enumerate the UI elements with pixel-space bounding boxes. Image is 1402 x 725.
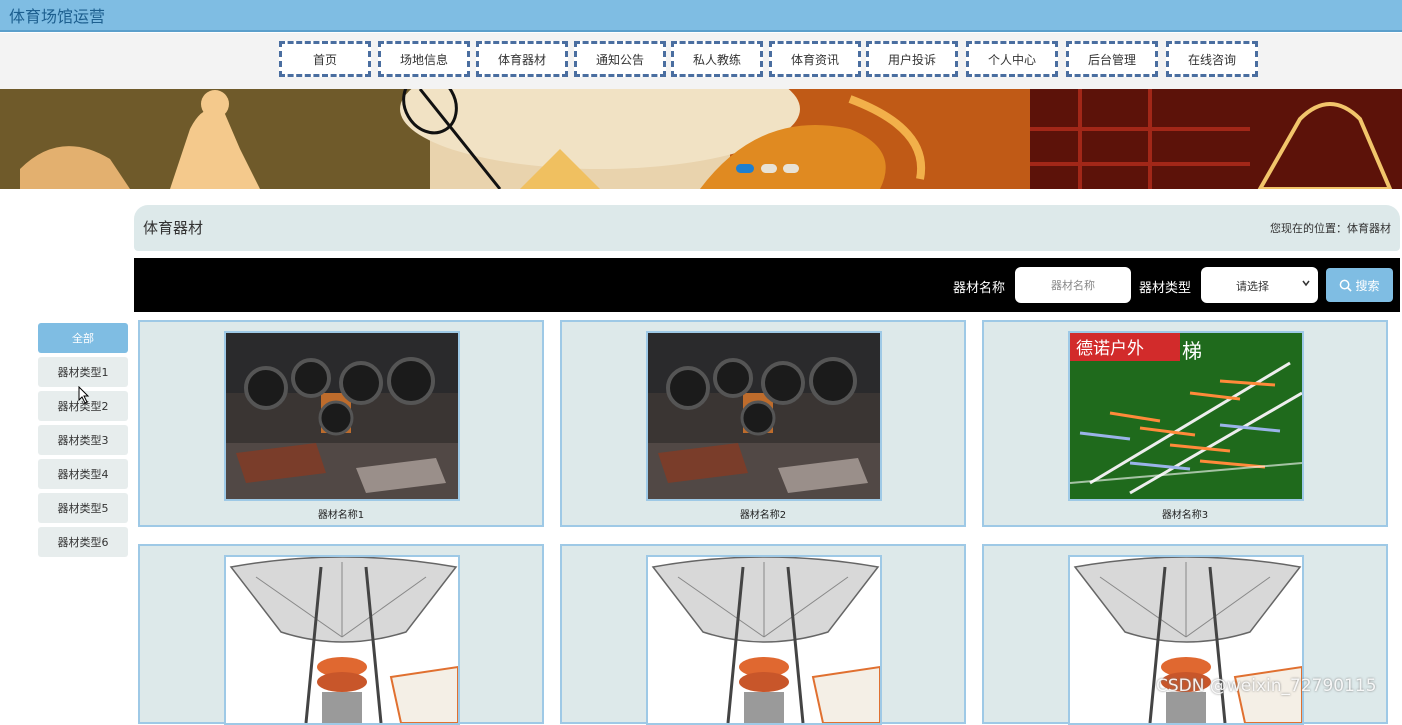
banner-carousel[interactable] [0, 89, 1402, 189]
name-filter-label: 器材名称 [953, 281, 1006, 296]
search-button[interactable]: 搜索 [1326, 268, 1393, 302]
nav-item-complaint[interactable]: 用户投诉 [866, 41, 958, 77]
chevron-down-icon [1302, 280, 1310, 287]
page-title: 体育器材 [143, 219, 204, 237]
nav-item-coach[interactable]: 私人教练 [671, 41, 763, 77]
type-select[interactable]: 请选择 [1201, 267, 1318, 303]
type-filter-label: 器材类型 [1139, 281, 1192, 296]
product-name[interactable]: 器材名称2 [562, 506, 964, 521]
carousel-dot-1 [736, 164, 754, 173]
product-image[interactable] [224, 331, 460, 501]
product-card[interactable] [138, 544, 544, 725]
sidebar-item-type6[interactable]: 器材类型6 [38, 527, 128, 557]
type-select-value: 请选择 [1236, 280, 1269, 293]
nav-item-home[interactable]: 首页 [279, 41, 371, 77]
product-card[interactable]: 器材名称1 [138, 320, 544, 527]
nav-item-chat[interactable]: 在线咨询 [1166, 41, 1258, 77]
product-overlay-char: 梯 [1182, 339, 1202, 363]
nav-item-admin[interactable]: 后台管理 [1066, 41, 1158, 77]
product-image[interactable] [646, 555, 882, 725]
name-search-input[interactable] [1015, 267, 1131, 303]
product-card[interactable]: 德诺户外 梯 器材名称3 [982, 320, 1388, 527]
nav-item-equipment[interactable]: 体育器材 [476, 41, 568, 77]
nav-item-venue[interactable]: 场地信息 [378, 41, 470, 77]
sidebar-item-type3[interactable]: 器材类型3 [38, 425, 128, 455]
nav-item-profile[interactable]: 个人中心 [966, 41, 1058, 77]
carousel-dot-3 [783, 164, 799, 173]
product-card[interactable] [560, 544, 966, 725]
carousel-dot-2 [761, 164, 777, 173]
product-image[interactable]: 德诺户外 梯 [1068, 331, 1304, 501]
product-image[interactable] [646, 331, 882, 501]
product-overlay-text: 德诺户外 [1076, 339, 1144, 359]
sidebar-item-all[interactable]: 全部 [38, 323, 128, 353]
search-bar: 器材名称 器材类型 请选择 搜索 [134, 258, 1400, 312]
search-button-label: 搜索 [1355, 278, 1380, 293]
top-header: 体育场馆运营 [0, 0, 1402, 32]
sidebar-item-type1[interactable]: 器材类型1 [38, 357, 128, 387]
mouse-cursor-icon [78, 386, 90, 404]
sidebar-item-type5[interactable]: 器材类型5 [38, 493, 128, 523]
search-icon [1340, 279, 1353, 292]
breadcrumb: 您现在的位置：体育器材 [1270, 222, 1391, 235]
sidebar-item-type4[interactable]: 器材类型4 [38, 459, 128, 489]
watermark: CSDN @weixin_72790115 [1156, 676, 1377, 696]
product-name[interactable]: 器材名称1 [140, 506, 542, 521]
product-card[interactable] [982, 544, 1388, 725]
product-image[interactable] [1068, 555, 1304, 725]
product-name[interactable]: 器材名称3 [984, 506, 1386, 521]
banner-image [0, 89, 1402, 189]
product-card[interactable]: 器材名称2 [560, 320, 966, 527]
app-title: 体育场馆运营 [9, 7, 106, 26]
nav-item-news[interactable]: 体育资讯 [769, 41, 861, 77]
main-nav: 首页 场地信息 体育器材 通知公告 私人教练 体育资讯 用户投诉 个人中心 后台… [0, 33, 1402, 89]
product-image[interactable] [224, 555, 460, 725]
nav-item-notice[interactable]: 通知公告 [574, 41, 666, 77]
section-header: 体育器材 您现在的位置：体育器材 [134, 205, 1400, 251]
